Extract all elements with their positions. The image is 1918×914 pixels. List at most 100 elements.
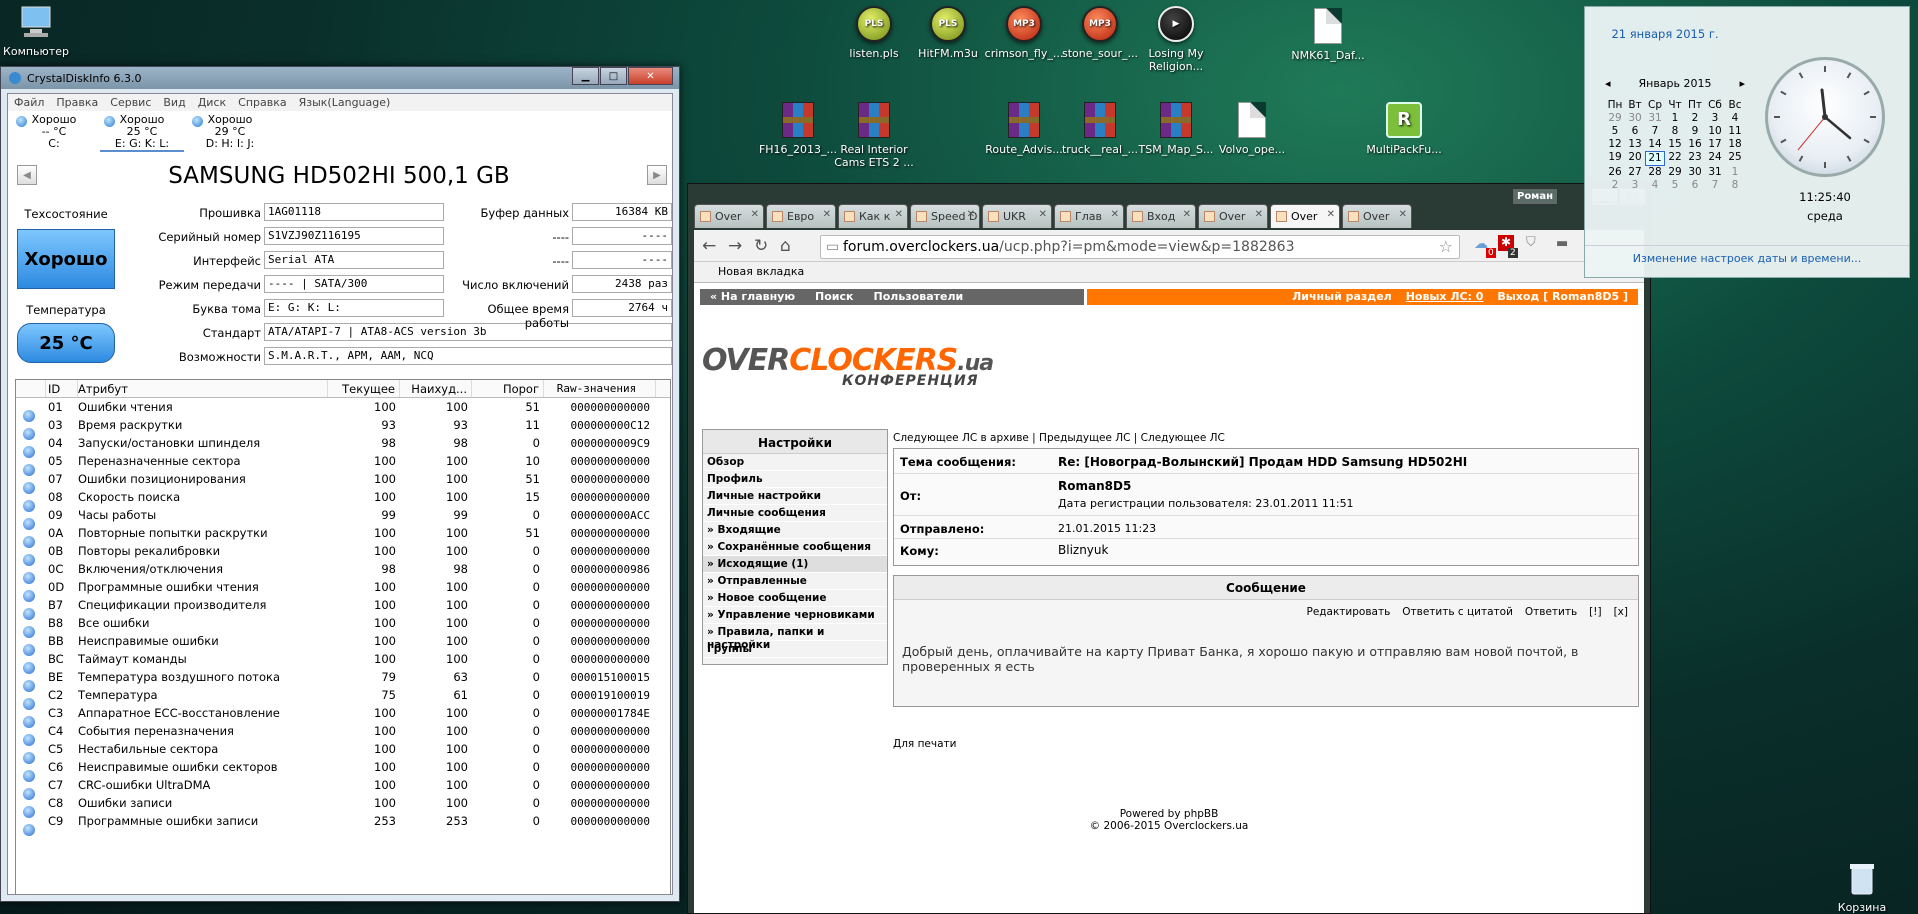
calendar-day[interactable]: 2: [1605, 179, 1625, 192]
header-threshold[interactable]: Порог: [472, 380, 544, 397]
sidebar-item-drafts[interactable]: » Управление черновиками: [703, 607, 887, 624]
disk-button-c[interactable]: Хорошо -- °C C:: [12, 114, 96, 152]
back-icon[interactable]: ←: [702, 236, 716, 256]
desktop-icon-tsm-map[interactable]: TSM_Map_S...: [1134, 100, 1218, 156]
table-row[interactable]: 01 Ошибки чтения 100 100 51 000000000000: [16, 398, 670, 422]
minimize-button[interactable]: ▁: [572, 67, 599, 85]
calendar-day[interactable]: 30: [1625, 112, 1645, 125]
calendar-day[interactable]: 29: [1665, 166, 1685, 179]
header-worst[interactable]: Наихуд...: [400, 380, 472, 397]
desktop-icon-computer[interactable]: Компьютер: [0, 2, 78, 58]
browser-tab[interactable]: Over ✕: [694, 204, 764, 228]
nav-logout-link[interactable]: Выход [ Roman8D5 ]: [1497, 289, 1628, 305]
tab-close-icon[interactable]: ✕: [1327, 209, 1335, 220]
sidebar-item-overview[interactable]: Обзор: [703, 454, 887, 471]
tab-close-icon[interactable]: ✕: [1255, 209, 1263, 220]
table-row[interactable]: C6 Неисправимые ошибки секторов 100 100 0 000…: [16, 758, 670, 782]
calendar-day[interactable]: 26: [1605, 166, 1625, 179]
browser-tab[interactable]: UKR ✕: [982, 204, 1052, 228]
table-row[interactable]: 04 Запуски/остановки шпинделя 98 98 0 0000000…: [16, 434, 670, 458]
table-row[interactable]: C8 Ошибки записи 100 100 0 000000000000: [16, 794, 670, 818]
table-row[interactable]: 0A Повторные попытки раскрутки 100 100 51 000…: [16, 524, 670, 548]
tab-close-icon[interactable]: ✕: [751, 209, 759, 220]
month-title[interactable]: Январь 2015: [1638, 77, 1711, 90]
nav-users-link[interactable]: Пользователи: [874, 289, 964, 305]
calendar-day[interactable]: 4: [1725, 112, 1745, 125]
table-row[interactable]: 07 Ошибки позиционирования 100 100 51 0000000…: [16, 470, 670, 494]
next-month-icon[interactable]: ▸: [1739, 77, 1745, 90]
browser-tab[interactable]: Вход ✕: [1126, 204, 1196, 228]
menu-view[interactable]: Вид: [163, 96, 185, 109]
desktop-icon-fh16[interactable]: FH16_2013_...: [756, 100, 840, 156]
calendar-day[interactable]: 4: [1645, 179, 1665, 192]
sidebar-item-rules[interactable]: » Правила, папки и настройки: [703, 624, 887, 651]
browser-tab[interactable]: Евро ✕: [766, 204, 836, 228]
sidebar-item-compose[interactable]: » Новое сообщение: [703, 590, 887, 607]
nav-home-link[interactable]: « На главную: [710, 289, 795, 305]
browser-tab[interactable]: Глав ✕: [1054, 204, 1124, 228]
desktop-icon-losing-my-religion[interactable]: ▶ Losing My Religion...: [1134, 4, 1218, 73]
desktop-icon-hitfm[interactable]: PLS HitFM.m3u: [906, 4, 990, 60]
table-row[interactable]: 03 Время раскрутки 93 93 11 000000000C12: [16, 416, 670, 440]
desktop-icon-volvo[interactable]: Volvo_ope...: [1210, 100, 1294, 156]
maximize-button[interactable]: □: [600, 67, 627, 85]
sidebar-item-profile[interactable]: Профиль: [703, 471, 887, 488]
calendar-day[interactable]: 13: [1625, 138, 1645, 151]
table-row[interactable]: BE Температура воздушного потока 79 63 0 0000…: [16, 668, 670, 692]
header-attribute[interactable]: Атрибут: [78, 380, 328, 397]
calendar-day[interactable]: 31: [1705, 166, 1725, 179]
calendar-day[interactable]: 10: [1705, 125, 1725, 138]
table-row[interactable]: BC Таймаут команды 100 100 0 000000000000: [16, 650, 670, 674]
browser-tab[interactable]: Over ✕: [1342, 204, 1412, 228]
disk-button-egkl[interactable]: Хорошо 25 °C E: G: K: L:: [100, 114, 184, 152]
disk-button-dhij[interactable]: Хорошо 29 °C D: H: I: J:: [188, 114, 272, 152]
window-titlebar[interactable]: CrystalDiskInfo 6.3.0 ▁ □ ✕: [1, 67, 679, 89]
menu-service[interactable]: Сервис: [110, 96, 151, 109]
calendar-day[interactable]: 3: [1625, 179, 1645, 192]
table-row[interactable]: B7 Спецификации производителя 100 100 0 00000…: [16, 596, 670, 620]
table-row[interactable]: 08 Скорость поиска 100 100 15 000000000000: [16, 488, 670, 512]
table-row[interactable]: 05 Переназначенные сектора 100 100 10 0000000…: [16, 452, 670, 476]
calendar-day[interactable]: 8: [1665, 125, 1685, 138]
browser-tab-active[interactable]: Over ✕: [1270, 204, 1340, 228]
desktop-icon-truck-real[interactable]: truck__real_...: [1058, 100, 1142, 156]
calendar-day[interactable]: 24: [1705, 151, 1725, 166]
table-row[interactable]: C9 Программные ошибки записи 253 253 0 000000…: [16, 812, 670, 836]
calendar-day[interactable]: 9: [1685, 125, 1705, 138]
header-id[interactable]: ID: [46, 380, 78, 397]
menu-disk[interactable]: Диск: [198, 96, 226, 109]
calendar-day[interactable]: 1: [1725, 166, 1745, 179]
calendar-day[interactable]: 16: [1685, 138, 1705, 151]
nav-search-link[interactable]: Поиск: [815, 289, 853, 305]
calendar-day[interactable]: 8: [1725, 179, 1745, 192]
sidebar-item-outbox[interactable]: » Исходящие (1): [703, 556, 887, 573]
print-link[interactable]: Для печати: [893, 738, 956, 750]
address-bar[interactable]: ▭ forum.overclockers.ua/ucp.php?i=pm&mod…: [820, 235, 1460, 259]
table-row[interactable]: C3 Аппаратное ECC-восстановление 100 100 0 00…: [16, 704, 670, 728]
calendar-day[interactable]: 15: [1665, 138, 1685, 151]
sidebar-item-preferences[interactable]: Личные настройки: [703, 488, 887, 505]
change-datetime-link[interactable]: Изменение настроек даты и времени...: [1585, 245, 1909, 265]
sidebar-item-groups[interactable]: Группы: [703, 641, 887, 658]
calendar-day[interactable]: 14: [1645, 138, 1665, 151]
calendar-day[interactable]: 28: [1645, 166, 1665, 179]
calendar-day[interactable]: 21: [1645, 151, 1665, 166]
calendar-day[interactable]: 12: [1605, 138, 1625, 151]
desktop-icon-crimson[interactable]: MP3 crimson_fly_...: [982, 4, 1066, 60]
calendar-day[interactable]: 22: [1665, 151, 1685, 166]
table-row[interactable]: C4 События переназначения 100 100 0 000000000…: [16, 722, 670, 746]
calendar-day[interactable]: 1: [1665, 112, 1685, 125]
bookmark-item[interactable]: Новая вкладка: [718, 265, 804, 278]
health-status-badge[interactable]: Хорошо: [17, 229, 115, 289]
tab-close-icon[interactable]: ✕: [1111, 209, 1119, 220]
calendar-day[interactable]: 19: [1605, 151, 1625, 166]
to-user-link[interactable]: Bliznyuk: [1058, 543, 1108, 557]
menu-file[interactable]: Файл: [14, 96, 44, 109]
shield-icon[interactable]: ⛉: [1526, 235, 1536, 250]
reload-icon[interactable]: ↻: [754, 236, 768, 256]
calendar-day[interactable]: 6: [1625, 125, 1645, 138]
desktop-icon-listen-pls[interactable]: PLS listen.pls: [832, 4, 916, 60]
report-link[interactable]: [!]: [1589, 606, 1601, 618]
menu-help[interactable]: Справка: [238, 96, 286, 109]
calendar-day[interactable]: 5: [1605, 125, 1625, 138]
